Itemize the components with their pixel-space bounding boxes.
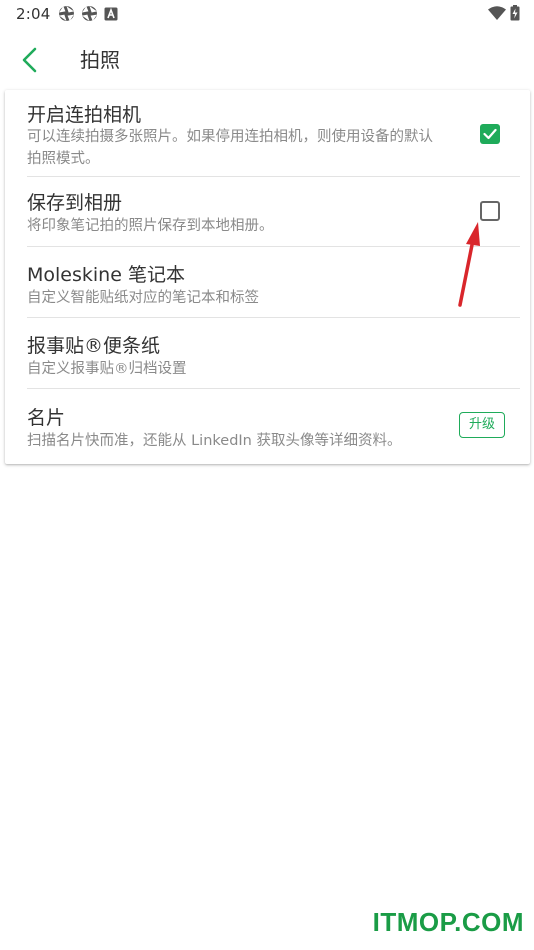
page-title: 拍照 — [80, 48, 120, 72]
wifi-icon — [488, 5, 506, 20]
setting-description: 自定义智能贴纸对应的笔记本和标签 — [27, 290, 259, 306]
setting-description: 扫描名片快而准，还能从 LinkedIn 获取头像等详细资料。 — [27, 433, 402, 449]
setting-title: 开启连拍相机 — [27, 104, 142, 126]
a-badge-icon — [104, 7, 118, 20]
aperture-icon — [82, 6, 97, 21]
setting-description: 将印象笔记拍的照片保存到本地相册。 — [27, 218, 274, 234]
upgrade-button[interactable]: 升级 — [459, 412, 506, 438]
checkmark-icon — [483, 128, 497, 140]
system-icons — [488, 5, 520, 21]
setting-description-line: 拍照模式。 — [27, 151, 100, 167]
setting-business-card[interactable]: 名片 扫描名片快而准，还能从 LinkedIn 获取头像等详细资料。 升级 — [5, 389, 530, 464]
back-button[interactable] — [12, 42, 48, 78]
setting-burst-camera[interactable]: 开启连拍相机 可以连续拍摄多张照片。如果停用连拍相机，则使用设备的默认 拍照模式… — [5, 90, 530, 176]
setting-title: 保存到相册 — [27, 192, 123, 214]
app-bar: 拍照 — [0, 28, 534, 88]
annotation-arrow — [458, 222, 480, 307]
setting-title: 报事贴®便条纸 — [27, 335, 161, 357]
setting-title: 名片 — [27, 407, 66, 429]
setting-description: 可以连续拍摄多张照片。如果停用连拍相机，则使用设备的默认 拍照模式。 — [27, 126, 433, 170]
setting-description: 自定义报事贴®归档设置 — [27, 361, 187, 377]
watermark: ITMOP.COM — [372, 907, 524, 937]
burst-camera-checkbox[interactable] — [480, 124, 500, 144]
status-bar: 2:04 — [0, 0, 534, 28]
setting-description-line: 可以连续拍摄多张照片。如果停用连拍相机，则使用设备的默认 — [27, 129, 433, 145]
aperture-icon — [59, 6, 74, 21]
setting-title: Moleskine 笔记本 — [27, 264, 185, 286]
chevron-left-icon — [22, 47, 37, 73]
battery-icon — [510, 5, 520, 21]
notification-icons — [58, 5, 118, 22]
status-time: 2:04 — [16, 5, 51, 23]
setting-post-it[interactable]: 报事贴®便条纸 自定义报事贴®归档设置 — [5, 318, 530, 388]
